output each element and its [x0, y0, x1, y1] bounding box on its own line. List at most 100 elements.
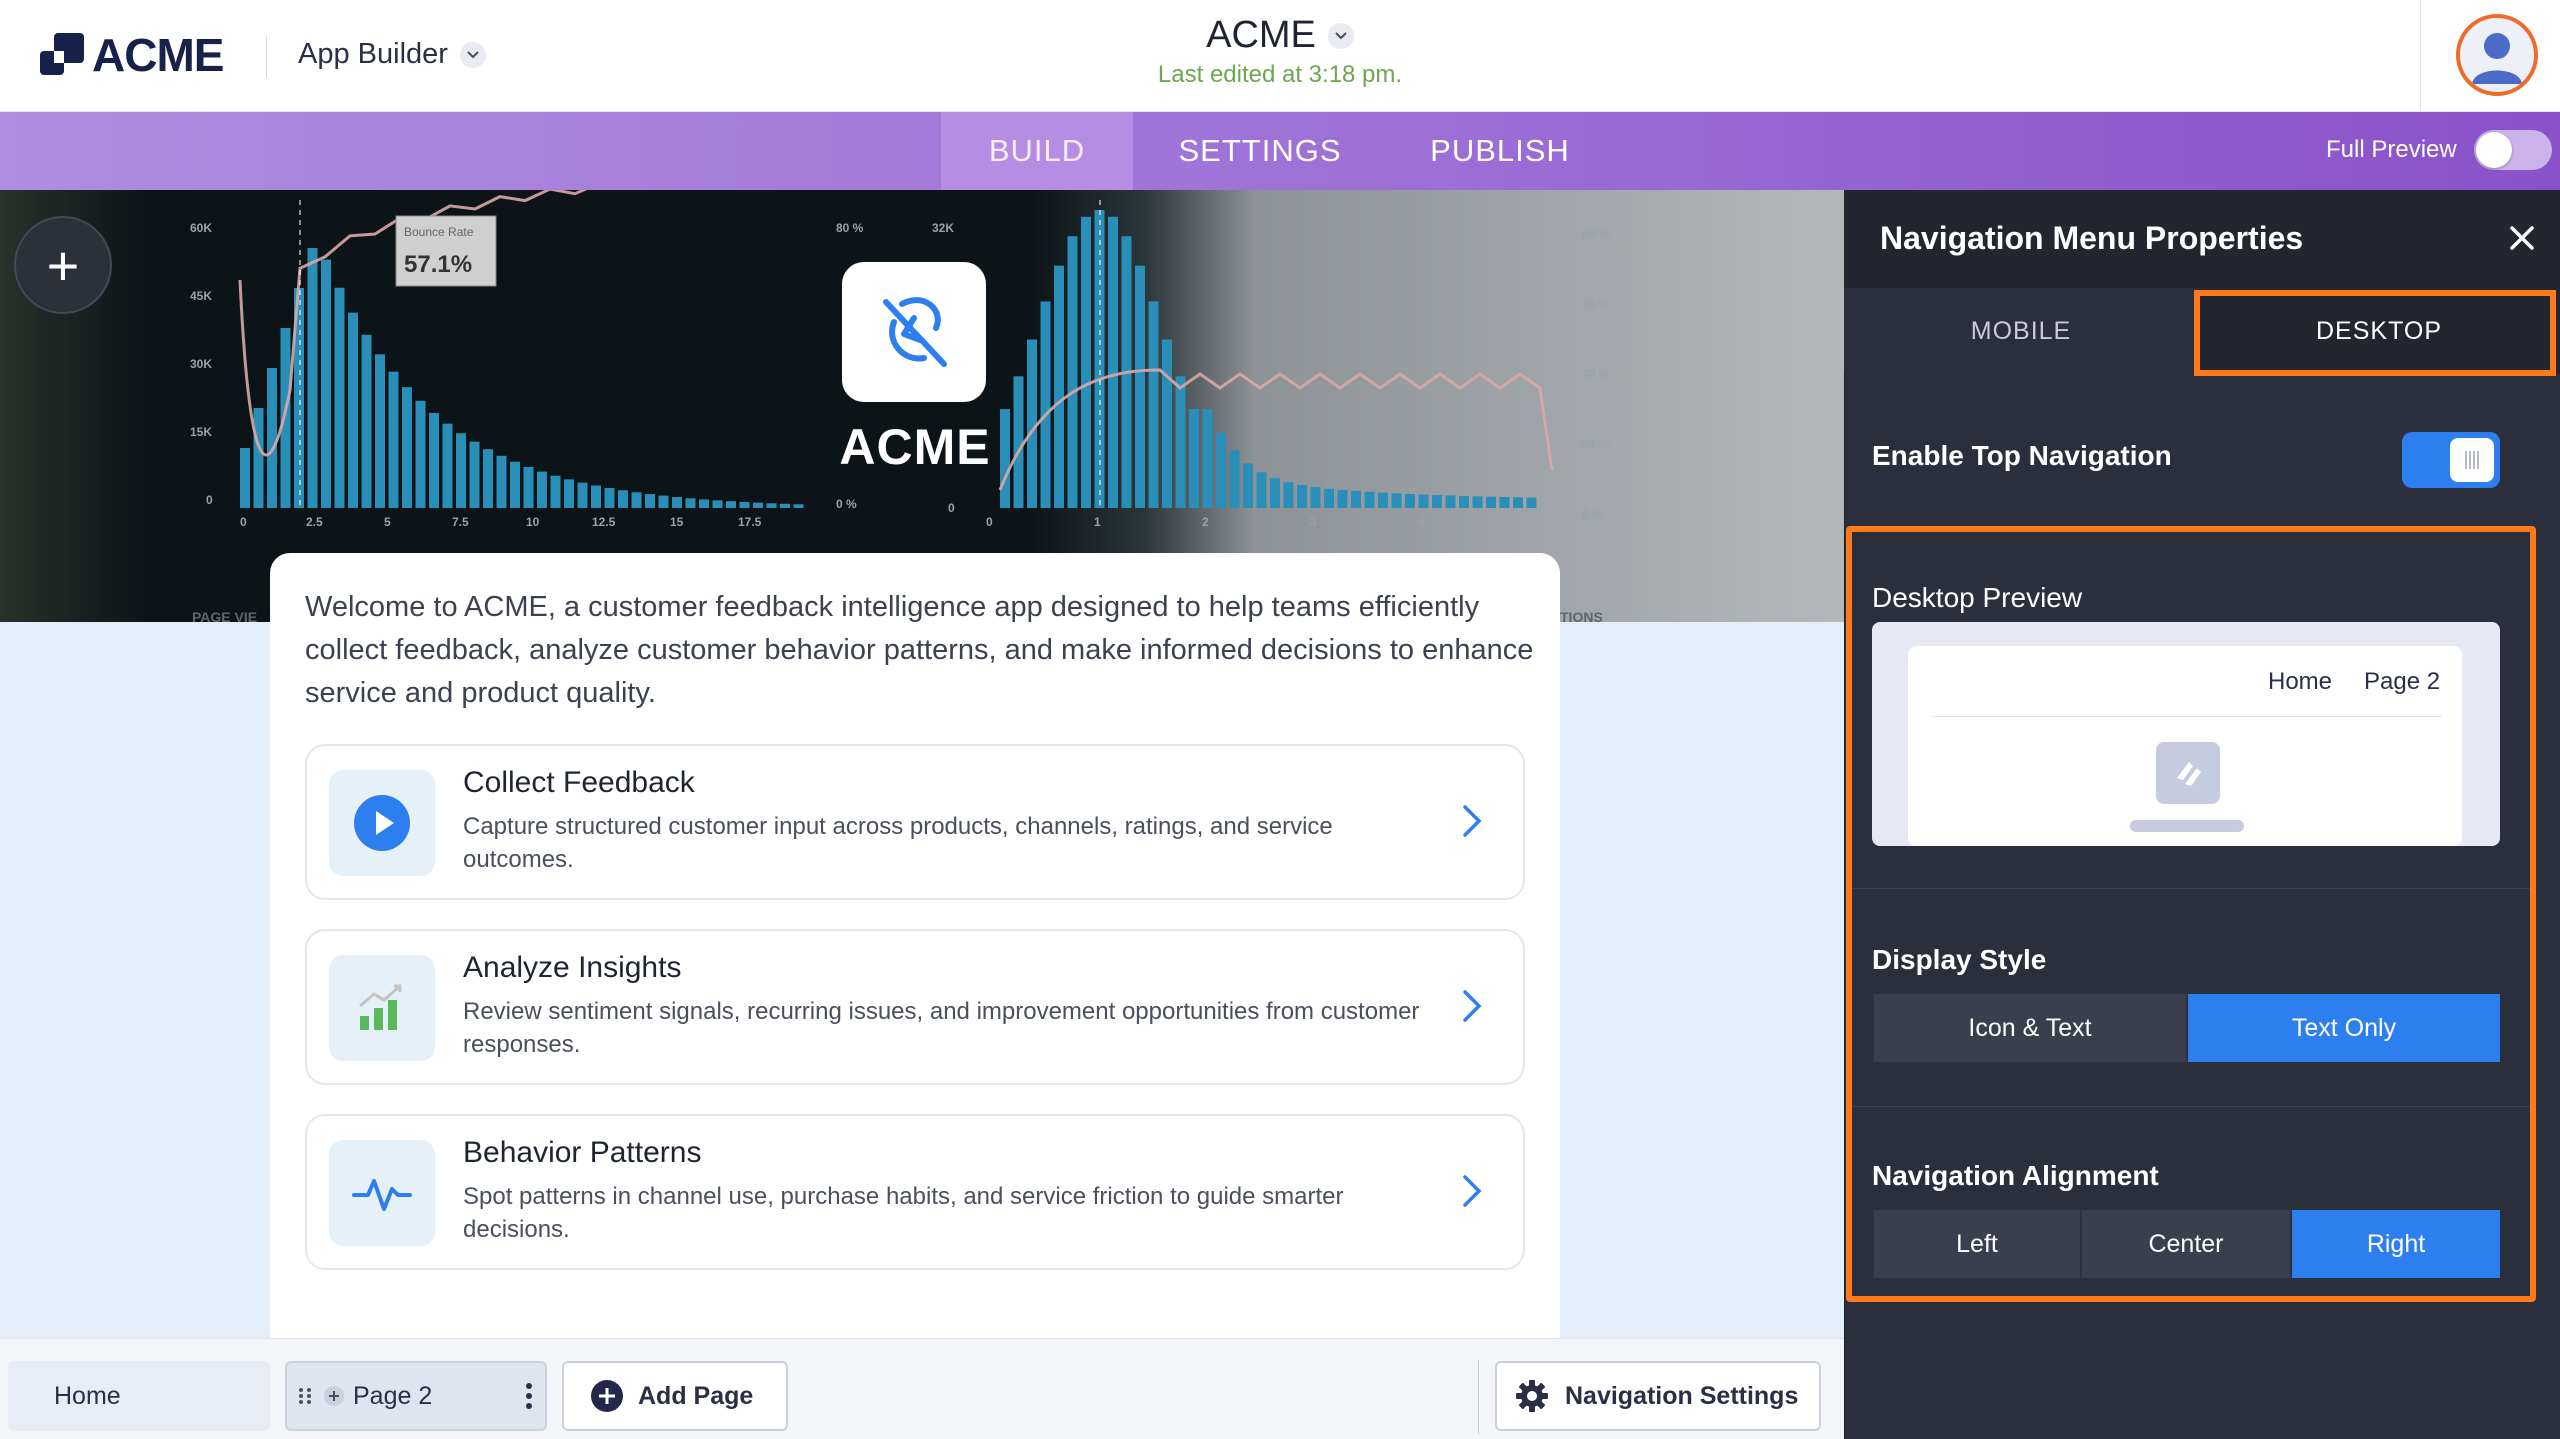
- close-panel-button[interactable]: [2508, 222, 2536, 261]
- add-page-button[interactable]: Add Page: [562, 1361, 788, 1431]
- axis-tick: 0 %: [836, 497, 857, 511]
- nav-alignment-center[interactable]: Center: [2082, 1210, 2290, 1278]
- acme-logo[interactable]: ACME: [40, 29, 224, 81]
- axis-tick: 40 %: [1582, 367, 1610, 381]
- hero-decor-bar: [564, 479, 574, 508]
- app-icon: [842, 262, 986, 402]
- chevron-right-icon: [1463, 805, 1482, 837]
- chevron-right-icon: [1463, 990, 1482, 1022]
- axis-tick: 7.5: [452, 515, 469, 529]
- nav-alignment-label: Navigation Alignment: [1872, 1160, 2159, 1191]
- section-divider: [1852, 1106, 2530, 1107]
- axis-tick: 17.5: [738, 515, 762, 529]
- axis-tick: 15K: [190, 425, 212, 439]
- hero-decor-bar: [1459, 495, 1469, 508]
- list-item-behavior-patterns[interactable]: Behavior Patterns Spot patterns in chann…: [305, 1114, 1525, 1270]
- tab-build[interactable]: BUILD: [941, 112, 1133, 190]
- axis-tick: 5: [1524, 515, 1531, 529]
- desktop-tab-highlight: [2194, 290, 2556, 376]
- bounce-rate-label: Bounce Rate: [404, 225, 474, 239]
- navigation-settings-label: Navigation Settings: [1565, 1381, 1799, 1410]
- hero-decor-bar: [1148, 301, 1159, 508]
- hero-decor-bar: [1526, 497, 1537, 508]
- sessions-fragment: TIONS: [1560, 609, 1603, 622]
- hero-decor-bar: [604, 488, 615, 508]
- list-item-analyze-insights[interactable]: Analyze Insights Review sentiment signal…: [305, 929, 1525, 1085]
- axis-tick: 10: [526, 515, 540, 529]
- add-element-button[interactable]: +: [14, 216, 112, 314]
- hero-decor-bar: [739, 501, 750, 508]
- tab-publish[interactable]: PUBLISH: [1400, 112, 1600, 190]
- full-preview-toggle-knob[interactable]: [2476, 132, 2512, 168]
- page-tab-page-2[interactable]: Page 2: [285, 1361, 547, 1431]
- add-subpage-icon[interactable]: [323, 1385, 345, 1407]
- hero-decor-bar: [1013, 376, 1024, 508]
- app-title-block: ACME Last edited at 3:18 pm.: [1100, 14, 1460, 89]
- axis-tick: 0: [986, 515, 993, 529]
- hero-decor-bar: [618, 490, 628, 508]
- app-builder-dropdown[interactable]: App Builder: [298, 38, 486, 71]
- hero-decor-bar: [631, 492, 642, 508]
- enable-top-nav-label: Enable Top Navigation: [1872, 440, 2172, 471]
- app-name-dropdown[interactable]: ACME: [1206, 14, 1354, 57]
- hero-title: ACME: [839, 419, 991, 475]
- more-options-icon[interactable]: [525, 1382, 533, 1410]
- page-tab-home[interactable]: Home: [8, 1361, 270, 1431]
- play-icon: [354, 795, 410, 851]
- axis-tick: 0: [240, 515, 247, 529]
- tab-settings[interactable]: SETTINGS: [1150, 112, 1370, 190]
- hero-decor-bar: [361, 334, 372, 508]
- preview-logo-placeholder: [2156, 742, 2220, 804]
- hero-decor-bar: [321, 259, 331, 508]
- display-style-icon-text[interactable]: Icon & Text: [1874, 994, 2186, 1062]
- hero-decor-bar: [1405, 493, 1415, 508]
- nav-alignment-right[interactable]: Right: [2292, 1210, 2500, 1278]
- no-signal-icon: [883, 297, 947, 367]
- axis-tick: 80 %: [1582, 227, 1610, 241]
- full-preview-label: Full Preview: [2326, 136, 2457, 163]
- hero-decor-bar: [1297, 485, 1307, 508]
- axis-tick: 2.5: [306, 515, 323, 529]
- axis-tick: 5: [384, 515, 391, 529]
- hero-decor-bar: [1081, 216, 1091, 508]
- preview-title-placeholder: [2130, 820, 2244, 832]
- bottom-divider: [1478, 1360, 1479, 1434]
- user-avatar[interactable]: [2456, 14, 2538, 96]
- navigation-settings-button[interactable]: Navigation Settings: [1495, 1361, 1821, 1431]
- list-item-collect-feedback[interactable]: Collect Feedback Capture structured cust…: [305, 744, 1525, 900]
- pulse-icon: [352, 1179, 412, 1211]
- hero-decor-bar: [510, 461, 520, 508]
- hero-decor-bar: [1499, 496, 1510, 508]
- hero-decor-bar: [1337, 489, 1348, 508]
- enable-top-nav-toggle-knob[interactable]: [2450, 438, 2494, 482]
- hero-decor-bar: [267, 368, 277, 508]
- page-tab-label: Page 2: [353, 1381, 433, 1410]
- item-icon-container: [329, 770, 435, 876]
- welcome-text: Welcome to ACME, a customer feedback int…: [305, 591, 1534, 709]
- display-style-text-only[interactable]: Text Only: [2188, 994, 2500, 1062]
- axis-tick: 1: [1094, 515, 1101, 529]
- preview-nav-item-home: Home: [2268, 668, 2333, 695]
- hero-decor-bar: [1391, 493, 1402, 508]
- item-title: Behavior Patterns: [463, 1136, 702, 1169]
- desktop-preview-label: Desktop Preview: [1872, 582, 2083, 613]
- hero-decor-bar: [712, 500, 723, 508]
- hero-decor-bar: [699, 499, 709, 508]
- hero-decor-bar: [1027, 339, 1037, 508]
- axis-tick: 0 %: [1582, 507, 1603, 521]
- item-icon-container: [329, 1140, 435, 1246]
- panel-title: Navigation Menu Properties: [1880, 220, 2304, 256]
- tab-mobile[interactable]: MOBILE: [1844, 288, 2198, 374]
- hero-decor-bar: [793, 504, 804, 508]
- drag-handle-icon[interactable]: [297, 1386, 313, 1406]
- axis-tick: 30K: [190, 357, 212, 371]
- nav-alignment-left[interactable]: Left: [1874, 1210, 2080, 1278]
- axis-tick: 2: [1202, 515, 1209, 529]
- chevron-down-icon: [459, 41, 486, 68]
- app-name: ACME: [1206, 14, 1316, 56]
- close-icon: [2510, 226, 2534, 250]
- hero-decor-bar: [1243, 463, 1253, 508]
- chart-growth-icon: [359, 984, 402, 1030]
- hero-decor-bar: [1310, 487, 1321, 508]
- app-builder-label: App Builder: [298, 38, 448, 70]
